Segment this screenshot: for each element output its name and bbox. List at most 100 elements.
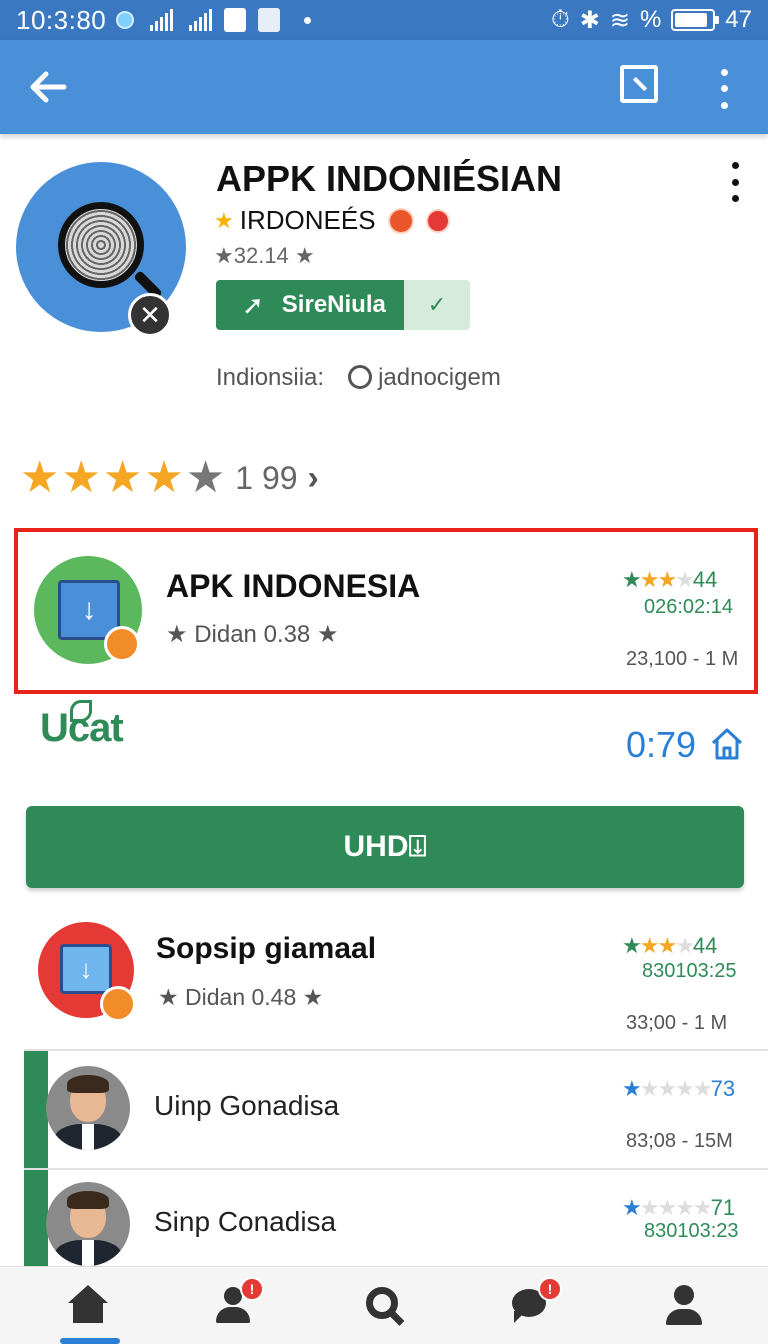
app-badge-icon: [100, 986, 136, 1022]
rating-count: 1 99: [235, 459, 298, 496]
status-time: 10:3:80: [16, 4, 107, 35]
app-rating: ★32.14 ★: [214, 243, 315, 269]
developer-badge-icon-2: [425, 208, 450, 233]
overall-rating-row[interactable]: ★ ★ ★ ★ ★ 1 99 ›: [20, 454, 319, 502]
install-button-label: SireNiula: [281, 291, 386, 318]
divider: [24, 1168, 768, 1170]
app-meta-row: Indionsiia: jadnocigem: [216, 364, 501, 392]
item-stars: ★★★★44: [622, 567, 718, 592]
overflow-menu-icon[interactable]: [712, 64, 736, 114]
app-more-icon[interactable]: [724, 162, 746, 202]
list-item-subtitle-row: ★ Didan 0.48 ★: [158, 984, 323, 1011]
meta-value: jadnocigem: [378, 364, 501, 391]
home-outline-icon[interactable]: [710, 726, 744, 762]
star-icon: ★: [302, 984, 324, 1010]
item-subtitle: Didan 0.38: [194, 621, 311, 648]
meta-label: Indionsiia:: [216, 364, 325, 391]
app-title: APPK INDONIÉSIAN: [216, 158, 563, 199]
person-size: 83;08 - 15M: [626, 1130, 733, 1152]
share-arrow-icon: ➚: [242, 289, 264, 320]
more-notifications-icon: [304, 16, 312, 24]
developer-badge-icon: [387, 207, 414, 234]
star-icon: ★: [166, 621, 188, 648]
list-item-subtitle: Didan 0.48: [185, 984, 297, 1010]
battery-level: 47: [725, 6, 752, 33]
download-app-icon: ↓: [38, 922, 136, 1022]
install-split-button: ➚ SireNiula ✓: [216, 280, 470, 330]
chat-icon: [348, 365, 373, 389]
chevron-down-icon[interactable]: ✓: [404, 280, 470, 330]
signal-icon-2: [189, 9, 213, 31]
close-icon[interactable]: ✕: [128, 293, 172, 337]
avatar: [46, 1182, 130, 1266]
notification-app-icon: [258, 8, 281, 32]
item-date: 026:02:14: [644, 596, 733, 618]
star-icon: ★: [316, 621, 339, 648]
star-icon: ★: [102, 453, 143, 502]
app-bar: [0, 40, 768, 134]
developer-name: IRDONEÉS: [239, 205, 376, 235]
star-icon: ★: [144, 453, 184, 502]
bluetooth-icon: ✱: [579, 6, 600, 34]
notification-dot-icon: [116, 11, 135, 29]
chevron-right-icon: ›: [307, 458, 319, 497]
star-icon: ★: [158, 984, 179, 1010]
list-item-title[interactable]: Sopsip giamaal: [156, 932, 376, 966]
microphone-icon: [58, 202, 144, 288]
signal-icon: [150, 9, 174, 31]
ucat-logo: Ucat: [40, 700, 124, 751]
person-date: 830103:23: [644, 1220, 739, 1242]
star-icon: ★: [61, 453, 101, 502]
list-item-stars: ★★★★44: [622, 933, 718, 958]
battery-icon: [671, 9, 720, 31]
item-size: 23,100 - 1 M: [626, 648, 739, 670]
chat-icon[interactable]: !: [508, 1277, 562, 1329]
download-app-icon: ↓: [34, 556, 142, 664]
profile-icon[interactable]: [660, 1281, 708, 1329]
status-bar: 10:3:80 ⏱ ✱ ≋ % 47: [0, 0, 768, 40]
home-icon[interactable]: [64, 1281, 112, 1329]
uhd-button[interactable]: UHD ⍗: [26, 806, 744, 888]
notification-badge: !: [240, 1277, 264, 1301]
star-empty-icon: ★: [185, 453, 226, 502]
person-name[interactable]: Uinp Gonadisa: [154, 1090, 339, 1122]
person-name[interactable]: Sinp Conadisa: [154, 1206, 336, 1238]
wifi-icon: ≋: [609, 6, 630, 34]
person-rating-count: 71: [710, 1195, 736, 1220]
list-item-accent: [24, 1051, 48, 1168]
person-rating-count: 73: [710, 1076, 736, 1101]
item-subtitle-row: ★ Didan 0.38 ★: [166, 620, 338, 649]
rating-star-icon: ★: [214, 243, 234, 268]
developer-row[interactable]: ★ IRDONEÉS: [214, 205, 450, 236]
list-item-size: 33;00 - 1 M: [626, 1012, 728, 1034]
app-rating-value: 32.14: [233, 243, 289, 268]
promo-price: 0:79: [626, 724, 697, 765]
app-badge-icon: [104, 626, 140, 662]
user-icon[interactable]: !: [210, 1277, 264, 1329]
meta-value-wrap[interactable]: jadnocigem: [348, 364, 501, 392]
star-icon: ★: [20, 453, 60, 502]
leaf-icon: [70, 700, 92, 722]
battery-percent-symbol: %: [639, 6, 662, 33]
back-arrow-icon[interactable]: [24, 62, 74, 112]
list-item-rating-count: 44: [692, 933, 718, 958]
person-stars: ★★★★★73: [622, 1076, 736, 1101]
download-icon: ⍗: [408, 830, 427, 863]
search-icon[interactable]: [360, 1281, 408, 1329]
item-title: APK INDONESIA: [166, 568, 421, 604]
install-button[interactable]: ➚ SireNiula: [216, 280, 404, 330]
list-item-accent: [24, 1170, 48, 1266]
list-item-date: 830103:25: [642, 960, 737, 982]
active-tab-indicator: [60, 1338, 120, 1344]
bottom-navigation: ! !: [0, 1266, 768, 1344]
edit-icon[interactable]: [620, 65, 658, 103]
rating-star-icon: ★: [294, 243, 315, 268]
notification-avatar-icon: [224, 8, 247, 32]
notification-badge: !: [538, 1277, 562, 1301]
person-stars: ★★★★★71: [622, 1195, 736, 1220]
download-arrow-icon: ↓: [60, 944, 112, 994]
divider: [24, 1049, 768, 1051]
item-rating-count: 44: [692, 567, 718, 592]
avatar: [46, 1066, 130, 1150]
uhd-button-label: UHD: [343, 830, 409, 863]
